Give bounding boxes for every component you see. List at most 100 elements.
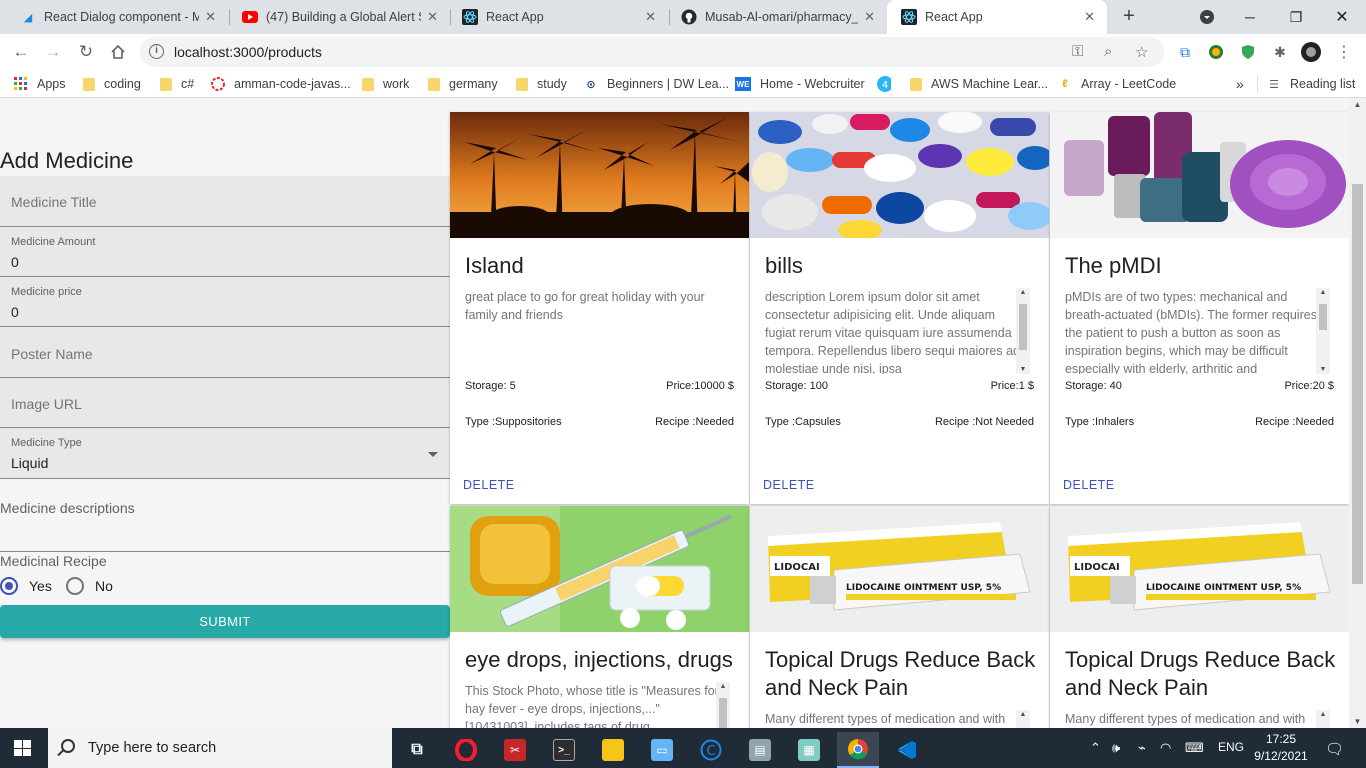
bookmark-aws[interactable]: AWS Machine Lear...: [910, 75, 1048, 93]
minimize-button[interactable]: ─: [1228, 0, 1272, 34]
medicine-type-value[interactable]: Liquid: [11, 455, 48, 471]
shield-icon[interactable]: [1238, 42, 1258, 62]
notes-app-icon[interactable]: ▦: [788, 732, 830, 768]
bookmark-csharp[interactable]: c#: [160, 75, 194, 93]
medicine-amount-value[interactable]: 0: [11, 254, 19, 270]
site-info-icon[interactable]: i: [149, 44, 164, 59]
scroll-up-icon[interactable]: ▲: [716, 683, 730, 690]
browser-tab[interactable]: Musab-Al-omari/pharmacy_le ✕: [667, 0, 887, 34]
chrome-menu-icon[interactable]: ⋮: [1334, 42, 1354, 62]
delete-button[interactable]: DELETE: [463, 478, 515, 492]
bookmark-apps[interactable]: Apps: [14, 75, 66, 93]
description-scrollbar[interactable]: ▲: [1016, 710, 1030, 728]
wifi-icon[interactable]: ◠: [1160, 740, 1171, 756]
scroll-up-icon[interactable]: ▲: [1316, 289, 1330, 296]
home-button[interactable]: [105, 39, 131, 65]
new-tab-button[interactable]: +: [1117, 5, 1141, 29]
extension-icon[interactable]: ⧉: [1175, 42, 1195, 62]
dropdown-arrow-icon[interactable]: [428, 452, 438, 457]
medicine-title-field[interactable]: Medicine Title: [0, 176, 450, 227]
address-bar[interactable]: i localhost:3000/products ⚿ ⌕ ☆: [140, 37, 1164, 67]
close-tab-icon[interactable]: ✕: [864, 9, 875, 25]
opera-icon[interactable]: [445, 732, 487, 768]
close-tab-icon[interactable]: ✕: [645, 9, 656, 25]
description-scrollbar[interactable]: ▲: [716, 682, 730, 728]
restore-button[interactable]: ❐: [1274, 0, 1318, 34]
bookmark-leetcode[interactable]: ℓ Array - LeetCode: [1058, 75, 1176, 93]
clock[interactable]: 17:25 9/12/2021: [1253, 731, 1309, 765]
close-window-button[interactable]: ✕: [1320, 0, 1364, 34]
bookmark-coding[interactable]: coding: [83, 75, 141, 93]
bookmark-study[interactable]: study: [516, 75, 567, 93]
url-text[interactable]: localhost:3000/products: [174, 44, 322, 60]
browser-tab[interactable]: (47) Building a Global Alert Sy ✕: [228, 0, 450, 34]
radio-unchecked-icon[interactable]: [66, 577, 84, 595]
page-scrollbar[interactable]: ▲ ▼: [1349, 98, 1366, 728]
medicine-price-field[interactable]: Medicine price 0: [0, 277, 450, 327]
scrollbar-thumb[interactable]: [719, 698, 727, 728]
bookmark-amman-code[interactable]: amman-code-javas...: [211, 75, 351, 93]
close-tab-icon[interactable]: ✕: [427, 9, 438, 25]
browser-tab[interactable]: React App ✕: [448, 0, 668, 34]
delete-button[interactable]: DELETE: [763, 478, 815, 492]
scroll-up-icon[interactable]: ▲: [1016, 289, 1030, 296]
reload-button[interactable]: ↻: [73, 39, 99, 65]
monitor-app-icon[interactable]: ▤: [739, 732, 781, 768]
submit-button[interactable]: SUBMIT: [0, 605, 450, 638]
notifications-icon[interactable]: 🗨: [1325, 740, 1344, 758]
scroll-up-icon[interactable]: ▲: [1316, 711, 1330, 718]
devtool-icon[interactable]: ✂: [494, 732, 536, 768]
show-hidden-icons-icon[interactable]: ⌃: [1090, 740, 1101, 756]
scrollbar-thumb[interactable]: [1019, 304, 1027, 350]
medicine-amount-field[interactable]: Medicine Amount 0: [0, 227, 450, 277]
back-button[interactable]: ←: [8, 39, 34, 65]
bookmark-work[interactable]: work: [362, 75, 409, 93]
medicine-price-value[interactable]: 0: [11, 304, 19, 320]
chrome-icon[interactable]: [837, 732, 879, 768]
browser-tab[interactable]: ◢ React Dialog component - Ma ✕: [6, 0, 228, 34]
medicine-type-select[interactable]: Medicine Type Liquid: [0, 428, 450, 479]
description-scrollbar[interactable]: ▲ ▼: [1016, 288, 1030, 374]
windows-start-icon[interactable]: [14, 740, 31, 756]
language-indicator[interactable]: ENG: [1218, 740, 1244, 754]
file-explorer-icon[interactable]: [592, 732, 634, 768]
scroll-down-icon[interactable]: ▼: [1016, 366, 1030, 373]
bookmark-site[interactable]: 4: [877, 75, 900, 93]
delete-button[interactable]: DELETE: [1063, 478, 1115, 492]
browser-tab-active[interactable]: React App ✕: [887, 0, 1107, 34]
scroll-up-icon[interactable]: ▲: [1349, 100, 1366, 109]
zoom-icon[interactable]: ⌕: [1104, 43, 1112, 60]
bookmark-webcruiter[interactable]: WE Home - Webcruiter: [735, 75, 865, 93]
terminal-icon[interactable]: >_: [543, 732, 585, 768]
page-scrollbar-thumb[interactable]: [1352, 184, 1363, 584]
radio-checked-icon[interactable]: [0, 577, 18, 595]
description-scrollbar[interactable]: ▲ ▼: [1316, 288, 1330, 374]
scroll-up-icon[interactable]: ▲: [1016, 711, 1030, 718]
cortana-c-icon[interactable]: C: [690, 732, 732, 768]
poster-name-field[interactable]: Poster Name: [0, 327, 450, 378]
extension-globe-icon[interactable]: [1206, 42, 1226, 62]
image-url-field[interactable]: Image URL: [0, 378, 450, 428]
close-tab-icon[interactable]: ✕: [205, 9, 216, 25]
taskbar-search[interactable]: Type here to search: [48, 728, 392, 768]
more-bookmarks-button[interactable]: »: [1236, 75, 1244, 93]
bookmark-dw[interactable]: ⊙ Beginners | DW Lea...: [584, 75, 729, 93]
bookmark-star-icon[interactable]: ☆: [1135, 43, 1148, 61]
recipe-yes-radio[interactable]: Yes: [0, 577, 52, 595]
vscode-icon[interactable]: [886, 732, 928, 768]
scrollbar-thumb[interactable]: [1319, 304, 1327, 330]
scroll-down-icon[interactable]: ▼: [1316, 366, 1330, 373]
volume-icon[interactable]: 🕪: [1112, 740, 1120, 756]
key-icon[interactable]: ⚿: [1072, 43, 1083, 60]
close-tab-icon[interactable]: ✕: [1084, 9, 1095, 25]
recipe-no-radio[interactable]: No: [66, 577, 113, 595]
medicine-descriptions-field[interactable]: Medicine descriptions: [0, 486, 450, 552]
task-view-icon[interactable]: ⧉: [396, 732, 438, 768]
tab-search-icon[interactable]: [1185, 0, 1229, 34]
keyboard-icon[interactable]: ⌨: [1185, 740, 1204, 756]
remote-desktop-icon[interactable]: ▭: [641, 732, 683, 768]
scroll-down-icon[interactable]: ▼: [1349, 717, 1366, 726]
profile-avatar[interactable]: [1301, 42, 1321, 62]
bookmark-germany[interactable]: germany: [428, 75, 498, 93]
reading-list-button[interactable]: ☰ Reading list: [1267, 75, 1355, 93]
